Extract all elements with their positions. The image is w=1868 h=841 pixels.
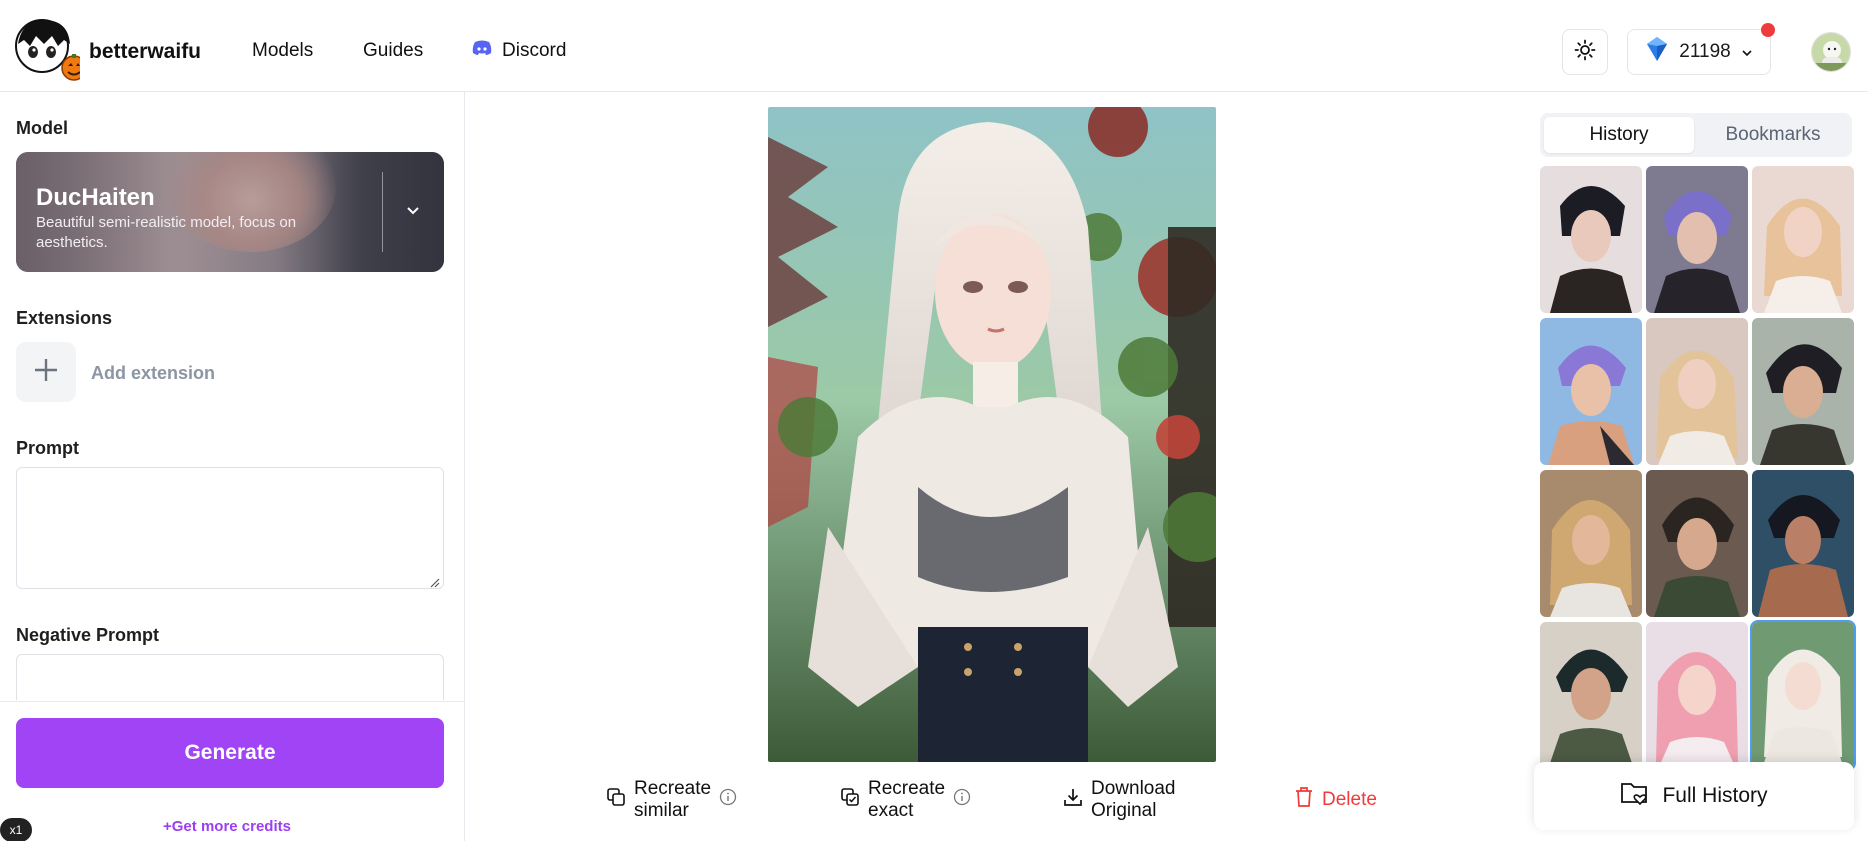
nav-discord-label: Discord: [502, 40, 567, 61]
credits-count: 21198: [1679, 41, 1731, 62]
negative-prompt-input[interactable]: [16, 654, 444, 700]
history-thumbnail[interactable]: [1540, 166, 1642, 313]
history-thumbnail[interactable]: [1646, 622, 1748, 769]
prompt-label: Prompt: [16, 438, 79, 458]
discord-icon: [472, 40, 492, 62]
download-original-button[interactable]: Download Original: [1063, 778, 1176, 821]
add-extension-label[interactable]: Add extension: [91, 363, 215, 384]
top-header: betterwaifu Models Guides Discord 21198: [0, 0, 1868, 92]
history-thumbnail[interactable]: [1752, 470, 1854, 617]
full-history-label: Full History: [1662, 784, 1768, 807]
history-tabs: History Bookmarks: [1540, 113, 1852, 157]
download-original-label: Download Original: [1091, 778, 1176, 821]
nav-guides[interactable]: Guides: [363, 40, 423, 62]
chevron-down-icon[interactable]: [402, 200, 424, 222]
recreate-exact-label: Recreate exact: [868, 778, 946, 821]
model-description: Beautiful semi-realistic model, focus on…: [36, 214, 297, 251]
credits-button[interactable]: 21198: [1627, 29, 1771, 75]
history-thumbnail[interactable]: [1646, 318, 1748, 465]
nav-discord[interactable]: Discord: [472, 40, 566, 62]
chevron-down-icon: [1741, 41, 1753, 63]
generate-button[interactable]: Generate: [16, 718, 444, 788]
model-label: Model: [16, 118, 68, 138]
history-thumbnail[interactable]: [1540, 622, 1642, 769]
history-thumbnail[interactable]: [1752, 166, 1854, 313]
generation-panel: Model DucHaiten Beautiful semi-realistic…: [0, 92, 465, 841]
theme-toggle-button[interactable]: [1562, 29, 1608, 75]
logo[interactable]: [14, 18, 87, 84]
tab-bookmarks[interactable]: Bookmarks: [1698, 117, 1848, 153]
resize-handle-icon[interactable]: [430, 575, 440, 593]
plus-icon: +: [163, 818, 172, 835]
copy-check-icon: [840, 787, 860, 813]
brand-name[interactable]: betterwaifu: [89, 40, 201, 64]
copy-icon: [606, 787, 626, 813]
history-thumbnail[interactable]: [1646, 470, 1748, 617]
plus-icon: [32, 356, 60, 389]
full-history-button[interactable]: Full History: [1534, 762, 1854, 830]
model-name: DucHaiten: [36, 184, 155, 211]
recreate-similar-label: Recreate similar: [634, 778, 712, 821]
sun-icon: [1574, 39, 1596, 66]
get-more-credits-link[interactable]: +Get more credits: [163, 818, 291, 835]
avatar[interactable]: [1811, 32, 1851, 72]
history-thumbnail-selected[interactable]: [1752, 622, 1854, 769]
history-thumbnail[interactable]: [1540, 318, 1642, 465]
zoom-badge: x1: [0, 818, 32, 841]
recreate-similar-button[interactable]: Recreate similar: [606, 778, 737, 821]
gem-icon: [1645, 36, 1669, 68]
tab-history[interactable]: History: [1544, 117, 1694, 153]
negative-prompt-label: Negative Prompt: [16, 625, 160, 645]
delete-button[interactable]: Delete: [1294, 782, 1377, 818]
delete-label: Delete: [1322, 789, 1377, 810]
generated-image[interactable]: [768, 107, 1216, 762]
notification-dot: [1761, 23, 1775, 37]
history-thumbnail[interactable]: [1752, 318, 1854, 465]
add-extension-button[interactable]: [16, 342, 76, 402]
prompt-input[interactable]: [16, 467, 444, 589]
model-selector[interactable]: DucHaiten Beautiful semi-realistic model…: [16, 152, 444, 272]
info-icon[interactable]: [953, 788, 971, 812]
history-panel: History Bookmarks Full History: [1520, 92, 1868, 841]
info-icon[interactable]: [719, 788, 737, 812]
history-thumbnail[interactable]: [1540, 470, 1642, 617]
recreate-exact-button[interactable]: Recreate exact: [840, 778, 971, 821]
download-icon: [1063, 787, 1083, 813]
folder-heart-icon: [1620, 780, 1650, 812]
extensions-label: Extensions: [16, 308, 113, 328]
history-thumbnail[interactable]: [1646, 166, 1748, 313]
nav-models[interactable]: Models: [252, 40, 313, 62]
trash-icon: [1294, 786, 1314, 814]
get-more-credits-label: Get more credits: [171, 818, 291, 835]
